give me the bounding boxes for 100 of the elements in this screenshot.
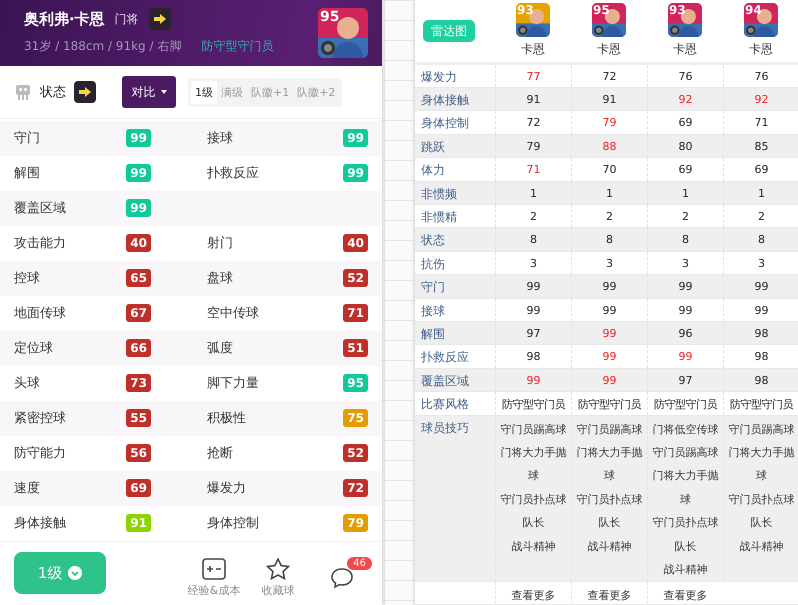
table-cell: 69: [647, 111, 723, 134]
row-label: 守门: [420, 279, 446, 296]
stat-value: 67: [126, 304, 151, 322]
skill-name: 守门员扑点球: [728, 492, 796, 508]
skill-name: 战斗精神: [662, 562, 708, 578]
level-tab[interactable]: 1级: [191, 80, 217, 104]
table-cell: 2: [495, 205, 571, 228]
player-rating: 95: [320, 9, 340, 25]
skill-name: 门将大力手抛球: [576, 444, 644, 484]
stat-value: 66: [126, 339, 151, 358]
see-more-link[interactable]: 查看更多: [495, 582, 571, 604]
skill-name: 守门员踢高球: [500, 422, 568, 438]
table-cell: 91: [495, 88, 571, 110]
favorite-button[interactable]: 收藏球: [246, 548, 310, 598]
stat-value: 72: [343, 479, 368, 498]
see-more-link[interactable]: 查看更多: [571, 582, 647, 604]
row-label: 非惯精: [420, 209, 458, 226]
stat-label: 扑救反应: [207, 165, 259, 182]
table-cell: 72: [495, 111, 571, 134]
stat-value: 99: [126, 164, 151, 182]
skill-name: 守门员踢高球: [576, 422, 644, 438]
table-cell: 1: [571, 182, 647, 204]
row-label: 抗伤: [420, 256, 446, 273]
table-cell: 1: [647, 182, 723, 204]
stat-value: 69: [126, 479, 151, 498]
player-rating: 94: [745, 3, 762, 18]
stat-value: 52: [343, 269, 368, 288]
level-button[interactable]: 1级: [14, 552, 106, 594]
row-label: 体力: [420, 162, 446, 180]
table-cell: 2: [723, 205, 798, 228]
table-cell: 98: [723, 368, 798, 392]
stat-value: 40: [343, 234, 368, 252]
table-cell: 71: [723, 111, 798, 134]
table-cell: 1: [495, 182, 571, 204]
table-cell: 98: [723, 322, 798, 344]
table-cell: 99: [571, 322, 647, 344]
level-tab[interactable]: 满级: [217, 80, 247, 104]
play-style: 防守型守门员: [201, 38, 274, 55]
table-cell: 99: [571, 345, 647, 368]
table-cell: 8: [495, 228, 571, 251]
table-cell: 69: [647, 158, 723, 181]
row-label: 接球: [420, 302, 446, 320]
skill-name: 守门员扑点球: [652, 515, 720, 532]
cost-button[interactable]: 经验&成本: [182, 548, 246, 598]
table-cell: 8: [647, 228, 723, 251]
player-info: 31岁 / 188cm / 91kg / 右脚: [24, 38, 182, 55]
row-label: 非惯频: [420, 186, 458, 203]
player-rating: 95: [593, 3, 610, 18]
table-cell: 2: [571, 205, 647, 228]
stat-value: 79: [343, 514, 368, 532]
stat-value: 99: [343, 129, 368, 148]
row-label: 比赛风格: [420, 396, 470, 414]
compare-dropdown[interactable]: 对比: [122, 76, 176, 108]
stat-label: 覆盖区域: [14, 200, 66, 218]
table-cell: 92: [723, 88, 798, 110]
table-cell: 8: [723, 228, 798, 251]
stat-label: 速度: [14, 480, 40, 498]
table-cell: 3: [571, 252, 647, 274]
skill-name: 守门员扑点球: [500, 492, 568, 508]
stat-label: 防守能力: [14, 445, 66, 462]
table-cell: 97: [495, 322, 571, 344]
section-title: 状态: [40, 84, 66, 102]
level-tab[interactable]: 队徽+1: [247, 80, 294, 104]
skill-name: 队长: [674, 538, 698, 555]
row-label: 解围: [420, 326, 446, 343]
robot-icon: [14, 83, 32, 102]
skill-name: 战斗精神: [510, 538, 556, 555]
skill-name: 队长: [522, 515, 546, 532]
table-cell: 99: [647, 275, 723, 298]
see-more-link[interactable]: 查看更多: [647, 582, 723, 604]
stat-value: 56: [126, 444, 151, 462]
status-button[interactable]: [74, 81, 96, 104]
row-label: 身体接触: [420, 92, 470, 110]
table-cell: 91: [571, 88, 647, 110]
skill-name: 门将大力手抛球: [500, 444, 568, 484]
player-name: 奥利弗·卡恩: [24, 10, 105, 28]
stat-label: 弧度: [207, 340, 233, 358]
level-tab[interactable]: 队徽+2: [293, 80, 340, 104]
skill-name: 门将低空传球: [652, 422, 720, 438]
table-cell: 防守型守门员: [723, 392, 798, 415]
table-cell: 70: [571, 158, 647, 181]
table-cell: 2: [647, 205, 723, 228]
comments-button[interactable]: 46: [310, 557, 374, 590]
star-icon: [266, 558, 290, 580]
details-button[interactable]: [148, 8, 171, 30]
stat-label: 抢断: [207, 445, 233, 462]
table-cell: 99: [647, 345, 723, 368]
skill-name: 守门员踢高球: [728, 422, 796, 438]
skill-name: 守门员踢高球: [652, 444, 720, 461]
table-cell: 1: [723, 182, 798, 204]
stat-label: 攻击能力: [14, 235, 66, 252]
stat-label: 脚下力量: [207, 375, 259, 392]
radar-chart-button[interactable]: 雷达图: [423, 20, 475, 42]
stat-label: 解围: [14, 165, 40, 182]
player-name: 卡恩: [749, 41, 773, 58]
table-cell: 99: [571, 298, 647, 321]
stat-label: 守门: [14, 130, 40, 148]
table-cell: 92: [647, 88, 723, 110]
table-cell: 85: [723, 134, 798, 158]
row-label: 扑救反应: [420, 349, 470, 366]
